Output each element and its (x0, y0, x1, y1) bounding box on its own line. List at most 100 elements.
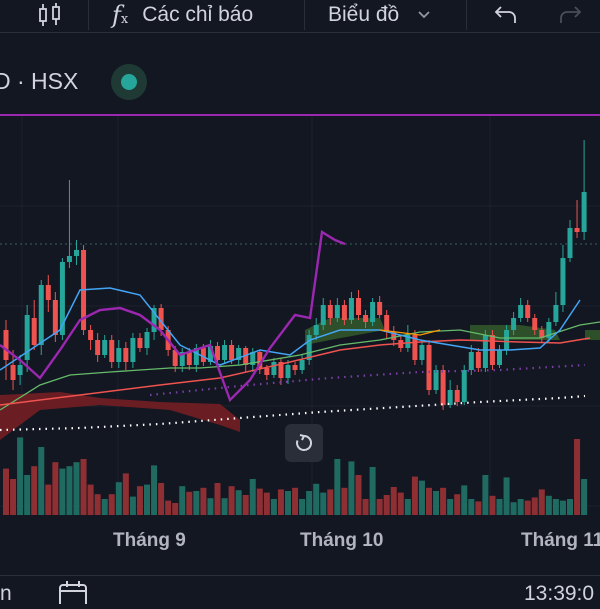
redo-icon[interactable] (556, 0, 584, 30)
candle-body (10, 365, 16, 380)
volume-bar (136, 486, 143, 515)
volume-bar (45, 484, 52, 515)
volume-bar (193, 491, 200, 515)
candle-body (31, 318, 37, 345)
chart-type-label: Biểu đồ (328, 3, 400, 26)
volume-bar (404, 499, 411, 515)
chart-type-button[interactable]: Biểu đồ (328, 0, 433, 30)
volume-bar (285, 491, 291, 515)
candle-body (504, 330, 510, 350)
candle-body (525, 305, 531, 318)
volume-bar (320, 492, 327, 515)
chevron-down-icon (418, 11, 430, 19)
x-axis-label: Tháng 11 (521, 530, 600, 551)
volume-bar (292, 487, 299, 515)
volume-bar (454, 494, 461, 515)
x-axis-label: Tháng 10 (300, 530, 384, 551)
candle-body (440, 370, 446, 405)
candle-body (102, 340, 108, 355)
candle-body (482, 335, 488, 368)
candle-body (341, 305, 347, 320)
volume-bar (426, 487, 432, 515)
candle-body (130, 338, 136, 362)
candle-body (116, 348, 122, 362)
volume-bar (129, 496, 136, 515)
indicators-button[interactable]: fx Các chỉ báo (112, 0, 253, 30)
volume-bar (165, 500, 172, 515)
volume-bar (94, 494, 101, 515)
candle-body (299, 360, 305, 370)
candle-body (497, 350, 502, 365)
market-status-dot (121, 74, 137, 90)
candle-body (222, 345, 228, 360)
undo-icon[interactable] (492, 0, 520, 30)
volume-bar (270, 499, 277, 515)
volume-bar (207, 498, 214, 515)
candles-icon[interactable] (36, 0, 64, 30)
volume-bar (559, 500, 566, 515)
volume-bar (397, 492, 404, 515)
volume-bar (38, 447, 45, 515)
volume-bar (531, 497, 538, 515)
candle-body (475, 352, 481, 368)
volume-bar (31, 466, 38, 515)
candle-body (363, 315, 369, 322)
candle-body (292, 365, 298, 370)
candle-body (123, 348, 129, 362)
toolbar-divider (304, 0, 305, 30)
candle-body (574, 228, 580, 232)
volume-bar (87, 484, 94, 515)
candle-body (38, 285, 44, 345)
candle-body (285, 365, 291, 378)
toolbar-divider (88, 0, 89, 30)
volume-bar (503, 477, 510, 515)
volume-bar (101, 499, 108, 515)
candle-body (454, 390, 460, 402)
candle-body (567, 228, 573, 258)
candle-body (511, 318, 517, 330)
market-status (111, 64, 147, 100)
symbol-exchange: D · HSX (0, 67, 79, 94)
volume-bar (524, 500, 531, 515)
candle-body (66, 256, 72, 262)
bottom-left-text: n (0, 582, 12, 605)
volume-bar (151, 465, 158, 515)
volume-bar (59, 468, 66, 515)
candle-body (186, 352, 192, 365)
volume-bar (447, 499, 454, 515)
x-axis-label: Tháng 9 (113, 530, 186, 551)
volume-bar (122, 473, 129, 515)
candle-body (419, 345, 425, 360)
volume-bar (383, 495, 390, 515)
volume-bar (80, 459, 87, 515)
volume-bar (313, 483, 320, 515)
candle-body (334, 305, 340, 318)
volume-bar (179, 486, 186, 515)
candle-body (384, 315, 390, 332)
volume-bar (334, 459, 341, 515)
volume-bar (24, 475, 31, 515)
candle-body (229, 345, 235, 360)
symbol-header[interactable]: D · HSX (0, 58, 78, 104)
volume-bar (327, 489, 334, 515)
volume-bar (235, 490, 242, 515)
candle-body (560, 258, 566, 305)
candle-body (313, 325, 319, 335)
volume-bar (545, 495, 552, 515)
volume-bar (66, 466, 73, 515)
fx-icon: fx (112, 1, 129, 29)
volume-bar (369, 467, 376, 515)
candle-body (377, 302, 383, 315)
calendar-icon[interactable] (58, 580, 88, 609)
volume-bar (418, 480, 425, 515)
volume-bar (341, 487, 348, 515)
candle-body (447, 390, 453, 405)
volume-bar (200, 487, 207, 515)
candle-body (518, 305, 524, 318)
candle-body (17, 365, 23, 375)
candle-body (88, 330, 94, 340)
candle-body (532, 318, 538, 330)
volume-bar (489, 495, 496, 515)
current-time: 13:39:0 (524, 582, 595, 605)
reset-chart-button[interactable] (285, 424, 323, 462)
